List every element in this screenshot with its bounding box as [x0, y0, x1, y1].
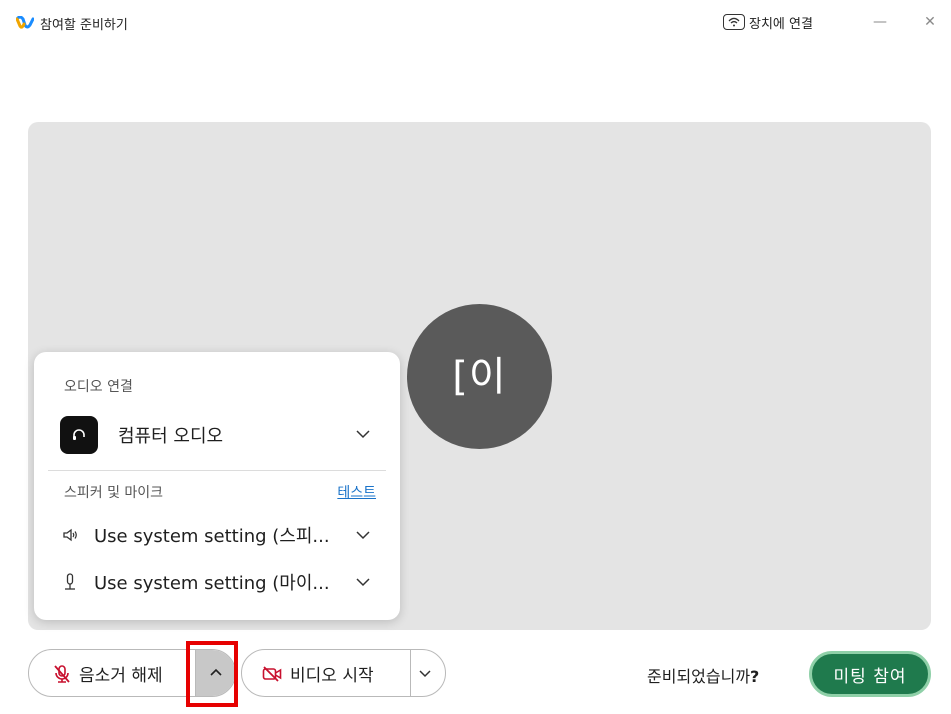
computer-audio-icon [60, 416, 98, 454]
divider [48, 470, 386, 471]
video-off-icon [262, 665, 282, 682]
speaker-value: Use system setting (스피... [94, 526, 330, 547]
audio-connection-dropdown[interactable]: 컴퓨터 오디오 [60, 415, 380, 455]
highlight-box [186, 641, 238, 707]
connect-device-button[interactable]: 장치에 연결 [723, 11, 813, 33]
speaker-dropdown[interactable]: Use system setting (스피... [60, 520, 380, 550]
close-button[interactable]: ✕ [918, 10, 942, 34]
microphone-dropdown[interactable]: Use system setting (마이... [60, 567, 380, 597]
speaker-mic-heading: 스피커 및 마이크 [64, 485, 164, 501]
test-link[interactable]: 테스트 [337, 482, 376, 502]
muted-microphone-icon [54, 664, 70, 683]
chevron-down-icon [356, 578, 370, 587]
avatar-initials: [이 [452, 353, 507, 400]
avatar: [이 [407, 304, 552, 449]
start-video-button-group: 비디오 시작 [241, 649, 446, 697]
minimize-button[interactable]: — [868, 10, 892, 34]
webex-logo-icon [16, 16, 34, 29]
ready-prompt: 준비되었습니까? [647, 667, 760, 686]
window-title: 참여할 준비하기 [40, 18, 128, 33]
speaker-icon [60, 525, 80, 545]
chevron-down-icon [356, 531, 370, 540]
start-video-label: 비디오 시작 [290, 666, 374, 686]
audio-settings-popup: 오디오 연결 컴퓨터 오디오 스피커 및 마이크 테스트 Use system … [34, 352, 400, 620]
chevron-down-icon [356, 430, 370, 439]
start-video-button[interactable]: 비디오 시작 [262, 661, 374, 686]
audio-option-label: 컴퓨터 오디오 [118, 426, 224, 447]
unmute-label: 음소거 해제 [79, 666, 163, 686]
divider [410, 650, 411, 696]
audio-connection-heading: 오디오 연결 [64, 379, 133, 395]
microphone-value: Use system setting (마이... [94, 573, 330, 594]
unmute-button[interactable]: 음소거 해제 [53, 661, 163, 686]
wifi-device-icon [723, 14, 745, 30]
video-options-chevron-down-icon[interactable] [416, 664, 434, 682]
connect-device-label: 장치에 연결 [749, 16, 813, 32]
join-meeting-button[interactable]: 미팅 참여 [809, 651, 931, 697]
title-bar: 참여할 준비하기 장치에 연결 — ✕ [0, 0, 951, 48]
microphone-icon [60, 572, 80, 592]
